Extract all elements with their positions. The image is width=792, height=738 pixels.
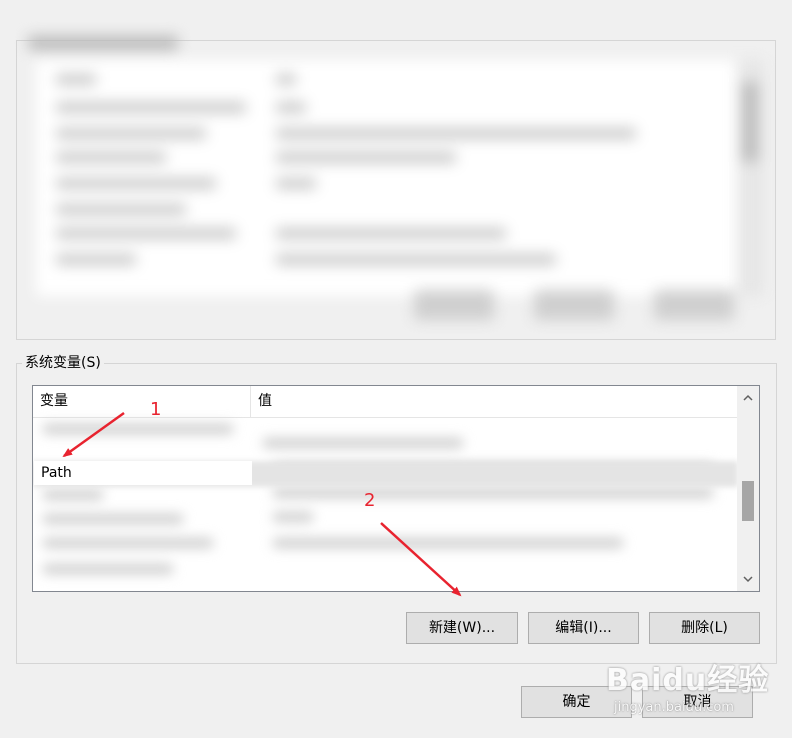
list-rows-blurred (33, 418, 738, 591)
system-variables-label: 系统变量(S) (22, 354, 104, 372)
system-variables-scrollbar[interactable] (737, 386, 759, 591)
user-variables-list[interactable] (36, 60, 736, 296)
annotation-number-1: 1 (150, 399, 162, 420)
edit-button[interactable]: 编辑(I)... (528, 612, 639, 644)
column-header-value[interactable]: 值 (251, 386, 738, 417)
new-button[interactable]: 新建(W)... (406, 612, 518, 644)
system-variables-list[interactable]: 变量 值 Path (32, 385, 760, 592)
list-header: 变量 值 (33, 386, 738, 418)
chevron-down-icon[interactable] (737, 569, 759, 589)
table-row-path[interactable]: Path (34, 461, 252, 485)
scroll-thumb[interactable] (742, 481, 754, 521)
delete-button[interactable]: 删除(L) (649, 612, 760, 644)
annotation-number-2: 2 (364, 490, 376, 511)
cancel-button[interactable]: 取消 (642, 686, 753, 718)
column-header-variable[interactable]: 变量 (33, 386, 251, 417)
ok-button[interactable]: 确定 (521, 686, 632, 718)
user-edit-button[interactable] (534, 290, 614, 320)
user-variables-blurred (22, 30, 774, 330)
user-delete-button[interactable] (654, 290, 734, 320)
chevron-up-icon[interactable] (737, 388, 759, 408)
user-variables-title-blurred (28, 36, 178, 50)
user-variables-scroll-thumb[interactable] (742, 82, 758, 162)
user-new-button[interactable] (414, 290, 494, 320)
